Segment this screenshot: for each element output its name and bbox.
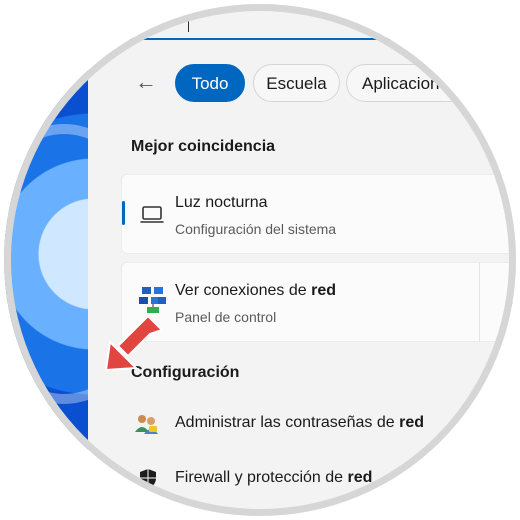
- result-subtitle: Configuración del sistema: [175, 221, 337, 237]
- result-ver-conexiones-de-red[interactable]: Ver conexiones de red Panel de control ›: [121, 262, 516, 342]
- laptop-icon: [140, 205, 164, 230]
- search-input[interactable]: [88, 4, 516, 40]
- desktop-wallpaper: [4, 4, 88, 516]
- best-match-heading: Mejor coincidencia: [131, 138, 276, 155]
- filter-escuela[interactable]: Escuela: [253, 64, 340, 102]
- settings-item-prefix: Administrar las contraseñas de: [175, 414, 400, 431]
- settings-item-contrasenas-red[interactable]: Administrar las contraseñas de red: [132, 409, 512, 439]
- users-credentials-icon: [134, 412, 160, 441]
- settings-item-match: red: [347, 469, 373, 486]
- settings-item-match: red: [399, 414, 425, 431]
- result-title-prefix: Ver conexiones de: [175, 282, 312, 299]
- magnifier-circle: ← Todo Escuela Aplicacion Mejor coincide…: [4, 4, 516, 516]
- back-arrow-button[interactable]: ←: [132, 68, 160, 96]
- divider: [479, 263, 480, 341]
- result-subtitle: Panel de control: [175, 309, 277, 325]
- settings-item-label: Firewall y protección de red: [175, 469, 372, 487]
- result-title: Luz nocturna: [175, 194, 268, 211]
- annotation-arrow-icon: [105, 315, 163, 371]
- selection-indicator: [122, 201, 125, 225]
- result-luz-nocturna[interactable]: Luz nocturna Configuración del sistema: [121, 174, 516, 254]
- settings-item-prefix: Firewall y protección de: [175, 469, 348, 486]
- shield-icon: [138, 468, 158, 495]
- result-title: Ver conexiones de red: [175, 282, 336, 300]
- filter-todo[interactable]: Todo: [175, 64, 245, 102]
- start-search-panel: ← Todo Escuela Aplicacion Mejor coincide…: [88, 4, 516, 516]
- magnified-view: ← Todo Escuela Aplicacion Mejor coincide…: [0, 0, 520, 520]
- text-caret: [188, 18, 189, 32]
- settings-item-label: Administrar las contraseñas de red: [175, 414, 424, 432]
- result-title-match: red: [311, 282, 336, 299]
- settings-item-firewall-red[interactable]: Firewall y protección de red: [132, 464, 512, 494]
- chevron-right-icon[interactable]: ›: [508, 293, 514, 314]
- filter-aplicaciones[interactable]: Aplicacion: [346, 64, 516, 102]
